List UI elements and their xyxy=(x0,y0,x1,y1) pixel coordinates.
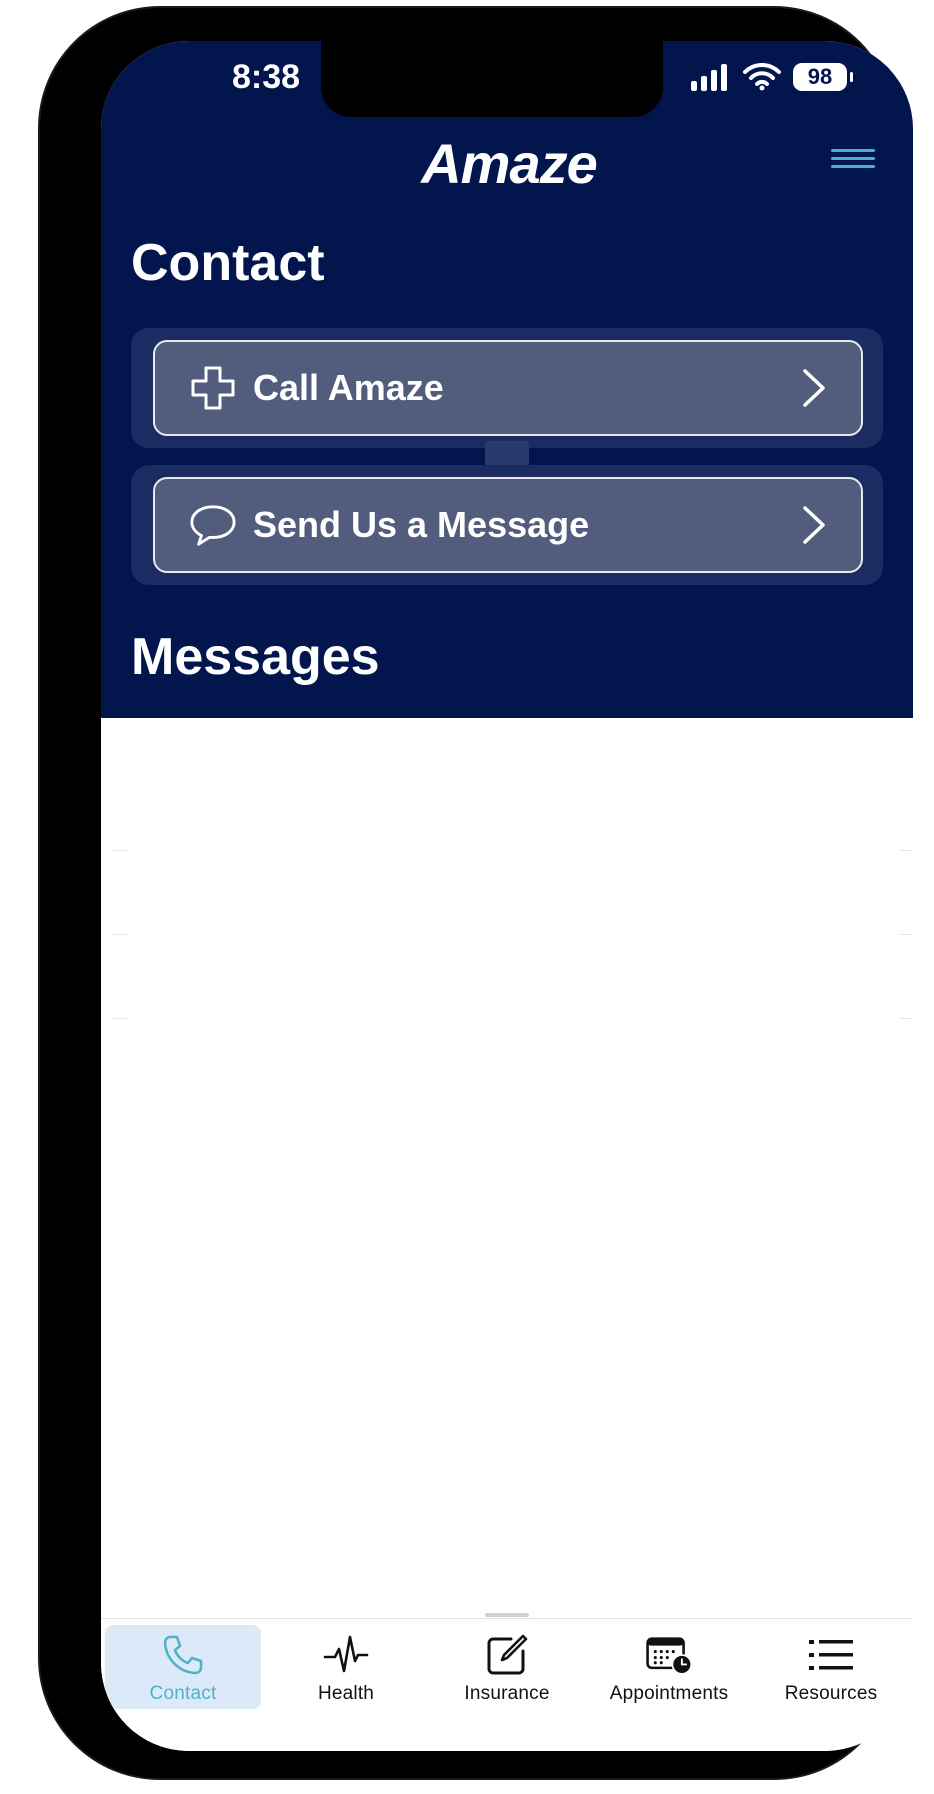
send-message-label: Send Us a Message xyxy=(253,504,590,545)
hamburger-menu-button[interactable] xyxy=(829,144,877,184)
menu-line-icon xyxy=(831,149,875,152)
status-icons: 98 xyxy=(691,57,853,97)
amaze-logo: Amaze xyxy=(421,132,598,195)
app-header: 8:38 98 Amaze Contact Call Amaze Send Us… xyxy=(101,41,913,718)
divider xyxy=(899,1018,913,1019)
call-amaze-label: Call Amaze xyxy=(253,367,444,408)
tab-insurance-label: Insurance xyxy=(464,1683,550,1704)
contact-title: Contact xyxy=(131,234,325,292)
wifi-icon xyxy=(743,63,781,91)
call-amaze-button[interactable]: Call Amaze xyxy=(153,340,863,436)
divider xyxy=(113,934,127,935)
send-message-button[interactable]: Send Us a Message xyxy=(153,477,863,573)
divider xyxy=(899,934,913,935)
chevron-right-icon xyxy=(803,506,825,544)
tab-health[interactable]: Health xyxy=(268,1625,424,1709)
messages-title: Messages xyxy=(131,628,380,686)
message-card-container: Send Us a Message xyxy=(131,465,883,585)
divider xyxy=(113,850,127,851)
tab-contact[interactable]: Contact xyxy=(105,1625,261,1709)
calendar-clock-icon xyxy=(645,1631,693,1679)
medical-cross-icon xyxy=(189,364,237,412)
menu-line-icon xyxy=(831,157,875,160)
heartbeat-icon xyxy=(322,1631,370,1679)
phone-icon xyxy=(159,1631,207,1679)
tabbar-handle xyxy=(485,1613,529,1617)
tab-resources[interactable]: Resources xyxy=(753,1625,909,1709)
edit-icon xyxy=(483,1631,531,1679)
tab-health-label: Health xyxy=(317,1683,375,1704)
bottom-tab-bar: Contact Health Insurance Appointments Re… xyxy=(101,1618,913,1751)
battery-indicator: 98 xyxy=(793,63,853,91)
tab-contact-label: Contact xyxy=(149,1683,217,1704)
menu-line-icon xyxy=(831,165,875,168)
divider xyxy=(899,850,913,851)
list-icon xyxy=(807,1631,855,1679)
drag-handle xyxy=(485,441,529,467)
app-screen: 8:38 98 Amaze Contact Call Amaze Send Us… xyxy=(101,41,913,1751)
status-time: 8:38 xyxy=(231,58,301,96)
tab-insurance[interactable]: Insurance xyxy=(429,1625,585,1709)
tab-appointments-label: Appointments xyxy=(609,1683,729,1704)
divider xyxy=(113,1018,127,1019)
chevron-right-icon xyxy=(803,369,825,407)
tab-resources-label: Resources xyxy=(784,1683,878,1704)
chat-bubble-icon xyxy=(189,501,237,549)
phone-frame: 8:38 98 Amaze Contact Call Amaze Send Us… xyxy=(40,8,913,1778)
tab-appointments[interactable]: Appointments xyxy=(591,1625,747,1709)
messages-list[interactable] xyxy=(101,718,913,1618)
camera-notch xyxy=(321,41,663,117)
call-card-container: Call Amaze xyxy=(131,328,883,448)
cellular-signal-icon xyxy=(691,64,727,91)
